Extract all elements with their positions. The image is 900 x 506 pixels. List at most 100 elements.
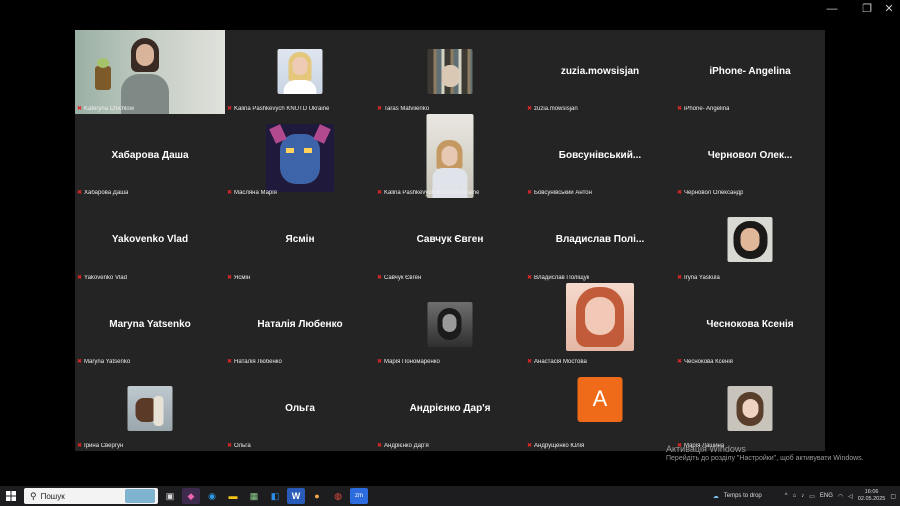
- muted-mic-icon: ✖: [377, 190, 383, 197]
- participant-name-label: ✖ Хабарова Даша: [77, 190, 129, 197]
- participant-tile[interactable]: ✖ Kalina Pashkevych KNUTD Ukraine: [375, 114, 525, 199]
- participant-name-label: ✖ zuzia.mowsisjan: [527, 106, 578, 113]
- participant-tile[interactable]: iPhone- Angelina ✖ iPhone- Angelina: [675, 30, 825, 114]
- participant-tile[interactable]: ✖ Taras Matviienko: [375, 30, 525, 114]
- participant-name-label: ✖ Чеснокова Ксенія: [677, 358, 733, 365]
- weather-icon: ☁: [712, 493, 719, 500]
- participant-tile[interactable]: ✖ Анастасія Мостова: [525, 282, 675, 367]
- language-indicator[interactable]: ENG: [820, 493, 833, 499]
- muted-mic-icon: ✖: [527, 106, 533, 113]
- muted-mic-icon: ✖: [77, 274, 83, 281]
- participant-name-label: ✖ Андрієнко Дар'я: [377, 442, 429, 449]
- weather-text[interactable]: Temps to drop: [724, 493, 762, 499]
- muted-mic-icon: ✖: [227, 106, 233, 113]
- participant-name-label: ✖ Kateryna Chichlow: [77, 106, 135, 113]
- restore-button[interactable]: ❐: [855, 2, 879, 16]
- network-icon[interactable]: ⌂: [793, 493, 797, 499]
- start-button[interactable]: [0, 486, 22, 506]
- participant-tile[interactable]: Maryna Yatsenko ✖ Maryna Yatsenko: [75, 283, 225, 367]
- zoom-icon[interactable]: zm: [350, 488, 368, 504]
- participant-tile[interactable]: ✖ Масляна Марія: [225, 114, 375, 198]
- wifi-icon[interactable]: ◠: [838, 493, 843, 500]
- participant-name-label: ✖ Бовсунівський Антон: [527, 190, 592, 197]
- participant-tile[interactable]: ✖ Марія Лашина: [675, 367, 825, 451]
- participant-display-name: Савчук Євген: [416, 234, 484, 246]
- participant-name-label: ✖ Наталія Любенко: [227, 358, 282, 365]
- participant-name-label: ✖ Марія Пономаренко: [377, 358, 440, 365]
- muted-mic-icon: ✖: [527, 358, 533, 365]
- participant-tile[interactable]: Наталія Любенко ✖ Наталія Любенко: [225, 283, 375, 367]
- participant-tile[interactable]: Хабарова Даша ✖ Хабарова Даша: [75, 114, 225, 198]
- chrome-icon[interactable]: ◍: [329, 488, 347, 504]
- participant-tile[interactable]: Владислав Полі... ✖ Владислав Поліщук: [525, 198, 675, 282]
- participant-name-label: ✖ Ольга: [227, 442, 251, 449]
- minimize-button[interactable]: —: [820, 2, 844, 16]
- muted-mic-icon: ✖: [527, 190, 533, 197]
- muted-mic-icon: ✖: [377, 442, 383, 449]
- participant-display-name: Владислав Полі...: [555, 234, 645, 246]
- participant-tile[interactable]: Андрієнко Дар'я ✖ Андрієнко Дар'я: [375, 367, 525, 451]
- participant-display-name: Чеснокова Ксенія: [706, 318, 794, 330]
- participant-display-name: zuzia.mowsisjan: [560, 66, 640, 77]
- participant-name-label: ✖ Анастасія Мостова: [527, 358, 587, 365]
- muted-mic-icon: ✖: [677, 358, 683, 365]
- participant-display-name: Наталія Любенко: [257, 318, 343, 330]
- participant-tile[interactable]: Чеснокова Ксенія ✖ Чеснокова Ксенія: [675, 283, 825, 367]
- participant-tile[interactable]: Yakovenko Vlad ✖ Yakovenko Vlad: [75, 198, 225, 282]
- muted-mic-icon: ✖: [677, 274, 683, 281]
- participant-name-label: ✖ Ясмін: [227, 274, 251, 281]
- app-icon[interactable]: ●: [308, 488, 326, 504]
- participant-tile[interactable]: Бовсунівський... ✖ Бовсунівський Антон: [525, 114, 675, 198]
- search-icon: ⚲: [30, 490, 37, 501]
- edge-icon[interactable]: ◉: [203, 488, 221, 504]
- file-explorer-icon[interactable]: ▬: [224, 488, 242, 504]
- participant-display-name: Yakovenko Vlad: [111, 234, 189, 246]
- system-tray: ☁ Temps to drop ^ ⌂ ♪ ▭ ENG ◠ ◁ 16:06 02…: [713, 486, 896, 506]
- participant-name-label: ✖ Iryna Yaskula: [677, 274, 720, 281]
- speaker-icon[interactable]: ◁: [848, 493, 853, 500]
- muted-mic-icon: ✖: [227, 274, 233, 281]
- clock[interactable]: 16:06 02.05.2025: [858, 489, 886, 503]
- participant-name-label: ✖ Андрущенко Юлія: [527, 442, 585, 449]
- participant-tile[interactable]: ✖ Iryna Yaskula: [675, 198, 825, 282]
- notifications-icon[interactable]: ▢: [890, 493, 896, 500]
- battery-icon[interactable]: ▭: [809, 493, 815, 500]
- participant-tile[interactable]: A ✖ Андрущенко Юлія: [525, 367, 675, 451]
- participant-name-label: ✖ Maryna Yatsenko: [77, 358, 131, 365]
- participant-tile[interactable]: ✖ Марія Пономаренко: [375, 283, 525, 367]
- participant-tile[interactable]: Савчук Євген ✖ Савчук Євген: [375, 198, 525, 282]
- participant-tile[interactable]: ✖ Kateryna Chichlow: [75, 30, 225, 115]
- store-icon[interactable]: ▦: [245, 488, 263, 504]
- muted-mic-icon: ✖: [527, 442, 533, 449]
- muted-mic-icon: ✖: [377, 106, 383, 113]
- participant-tile[interactable]: Ольга ✖ Ольга: [225, 367, 375, 451]
- tray-chevron-icon[interactable]: ^: [785, 493, 788, 499]
- task-view-icon[interactable]: ▣: [161, 488, 179, 504]
- copilot-icon[interactable]: ◆: [182, 488, 200, 504]
- participant-display-name: Ольга: [285, 402, 315, 414]
- muted-mic-icon: ✖: [227, 358, 233, 365]
- participant-tile[interactable]: ✖ Ірина Свергун: [75, 367, 225, 451]
- word-icon[interactable]: W: [287, 488, 305, 504]
- search-placeholder: Пошук: [40, 491, 65, 501]
- participant-tile[interactable]: ✖ Kalina Pashkevych KNUTD Ukraine: [225, 30, 375, 114]
- participant-name-label: ✖ Yakovenko Vlad: [77, 274, 127, 281]
- participant-tile[interactable]: zuzia.mowsisjan ✖ zuzia.mowsisjan: [525, 30, 675, 114]
- participant-tile[interactable]: Черновол Олек... ✖ Черновол Олександр: [675, 114, 825, 198]
- window-titlebar: — ❐ ✕: [0, 0, 900, 18]
- participant-display-name: Андрієнко Дар'я: [409, 402, 491, 414]
- taskbar-search[interactable]: ⚲ Пошук: [24, 488, 158, 504]
- volume-icon[interactable]: ♪: [801, 493, 804, 499]
- participant-name-label: ✖ Черновол Олександр: [677, 190, 744, 197]
- participant-avatar: A: [577, 376, 623, 422]
- windows-logo-icon: [6, 491, 16, 501]
- outlook-icon[interactable]: ◧: [266, 488, 284, 504]
- participant-tile[interactable]: Ясмін ✖ Ясмін: [225, 198, 375, 282]
- participant-gallery: ✖ Kateryna Chichlow ✖ Kalina Pashkevych KNU…: [75, 30, 825, 451]
- taskbar: ⚲ Пошук ▣ ◆ ◉ ▬ ▦ ◧ W ● ◍ zm ☁ Temps to …: [0, 486, 900, 506]
- participant-name-label: ✖ iPhone- Angelina: [677, 106, 730, 113]
- windows-activation-watermark: Активація Windows Перейдіть до розділу "…: [666, 444, 864, 462]
- participant-name-label: ✖ Савчук Євген: [377, 274, 422, 281]
- participant-name-label: ✖ Kalina Pashkevych KNUTD Ukraine: [377, 190, 480, 197]
- close-button[interactable]: ✕: [877, 2, 900, 16]
